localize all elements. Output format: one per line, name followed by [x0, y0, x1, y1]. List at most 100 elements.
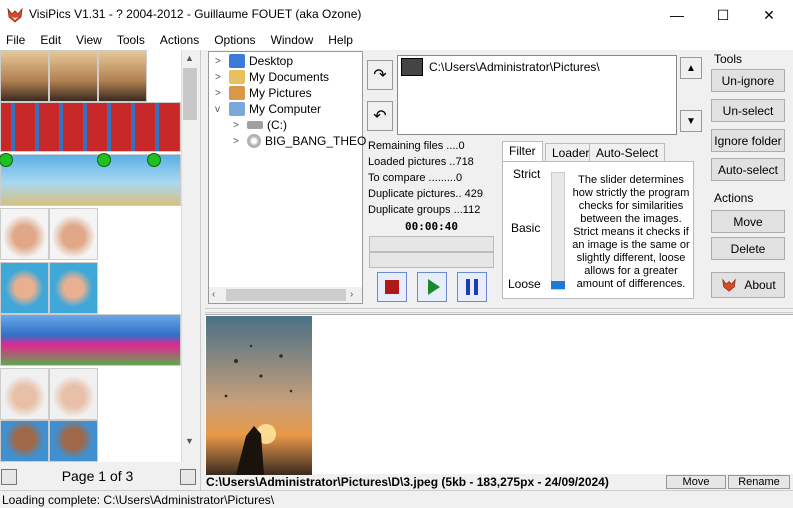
menu-help[interactable]: Help [328, 33, 361, 47]
slider-label-loose: Loose [508, 277, 541, 291]
move-button[interactable]: Move [711, 210, 785, 233]
tree-item-c-drive[interactable]: > (C:) [233, 118, 287, 132]
duplicate-groups: Duplicate groups ...112 [368, 204, 481, 216]
tab-filter[interactable]: Filter [502, 141, 543, 162]
menu-edit[interactable]: Edit [40, 33, 69, 47]
pause-button[interactable] [457, 272, 487, 302]
remove-folder-button[interactable]: ↶ [367, 101, 393, 131]
tree-item-label: BIG_BANG_THEO [265, 134, 367, 148]
move-down-button[interactable]: ▼ [680, 110, 702, 132]
delete-button[interactable]: Delete [711, 237, 785, 260]
auto-select-button[interactable]: Auto-select [711, 158, 785, 181]
next-page-icon[interactable] [180, 469, 196, 485]
tree-item-dvd-drive[interactable]: > BIG_BANG_THEO [233, 134, 366, 148]
scroll-right-icon[interactable]: › [350, 289, 353, 300]
menu-view[interactable]: View [76, 33, 110, 47]
page-indicator: Page 1 of 3 [61, 468, 134, 484]
thumbnail-row [0, 314, 181, 366]
slider-label-basic: Basic [511, 221, 541, 235]
unselect-button[interactable]: Un-select [711, 99, 785, 122]
thumbnail[interactable] [0, 102, 181, 152]
progress-bar [369, 252, 494, 268]
thumbnail[interactable] [49, 208, 98, 260]
slider-handle[interactable] [551, 281, 565, 289]
thumbnail[interactable] [0, 314, 181, 366]
unignore-button[interactable]: Un-ignore [711, 69, 785, 92]
thumbnail-row [0, 153, 181, 206]
thumbnail[interactable] [0, 368, 49, 420]
ignore-folder-button[interactable]: Ignore folder [711, 129, 785, 152]
tree-item-desktop[interactable]: > Desktop [215, 54, 293, 68]
thumbnail[interactable] [98, 50, 147, 102]
status-bar: Loading complete: C:\Users\Administrator… [0, 490, 793, 508]
thumbnail[interactable] [0, 208, 49, 260]
selected-marker-icon [0, 153, 13, 167]
thumbnail[interactable] [49, 50, 98, 102]
selected-marker-icon [97, 153, 111, 167]
about-button[interactable]: About [711, 272, 785, 298]
scrollbar-thumb[interactable] [226, 289, 346, 301]
scroll-up-icon[interactable]: ▲ [185, 53, 194, 63]
collapse-chevron-icon[interactable]: v [215, 104, 227, 115]
progress-bar [369, 236, 494, 252]
add-folder-button[interactable]: ↷ [367, 60, 393, 90]
horizontal-splitter[interactable] [205, 308, 793, 313]
folder-path: C:\Users\Administrator\Pictures\ [429, 60, 600, 74]
expand-chevron-icon[interactable]: > [215, 56, 227, 67]
expand-chevron-icon[interactable]: > [215, 72, 227, 83]
play-button[interactable] [417, 272, 447, 302]
previous-page-icon[interactable] [1, 469, 17, 485]
scroll-left-icon[interactable]: ‹ [212, 289, 215, 300]
triangle-down-icon: ▼ [686, 115, 696, 127]
minimize-button[interactable]: — [654, 0, 700, 30]
preview-image [206, 316, 312, 475]
to-compare: To compare .........0 [368, 172, 463, 184]
preview-move-button[interactable]: Move [666, 475, 726, 489]
preview-rename-button[interactable]: Rename [728, 475, 790, 489]
menu-actions[interactable]: Actions [160, 33, 207, 47]
fox-app-icon [7, 7, 23, 23]
thumbnail-row [0, 262, 98, 314]
expand-chevron-icon[interactable]: > [215, 88, 227, 99]
maximize-button[interactable]: ☐ [700, 0, 746, 30]
expand-chevron-icon[interactable]: > [233, 120, 245, 131]
tree-item-my-documents[interactable]: > My Documents [215, 70, 329, 84]
tree-item-my-computer[interactable]: v My Computer [215, 102, 321, 116]
thumbnail[interactable] [49, 262, 98, 314]
tree-item-label: My Pictures [249, 86, 312, 100]
thumbnail[interactable] [0, 420, 49, 462]
menu-window[interactable]: Window [271, 33, 322, 47]
computer-icon [229, 102, 245, 116]
close-button[interactable]: ✕ [746, 0, 792, 30]
duplicate-pictures: Duplicate pictures.. 429 [368, 188, 483, 200]
thumbnail[interactable] [0, 262, 49, 314]
thumbnail[interactable] [49, 420, 98, 462]
redo-arrow-icon: ↷ [373, 67, 387, 84]
stop-button[interactable] [377, 272, 407, 302]
thumbnail[interactable] [49, 368, 98, 420]
fox-icon [722, 278, 737, 292]
thumbnail-row [0, 50, 147, 102]
scrollbar-thumb[interactable] [183, 68, 197, 120]
move-up-button[interactable]: ▲ [680, 57, 702, 79]
actions-group-label: Actions [714, 191, 754, 205]
tree-item-label: My Computer [249, 102, 322, 116]
thumbnail[interactable] [0, 50, 49, 102]
tree-item-my-pictures[interactable]: > My Pictures [215, 86, 312, 100]
tab-auto-select[interactable]: Auto-Select [589, 143, 666, 162]
strictness-slider[interactable] [551, 172, 565, 290]
menu-options[interactable]: Options [214, 33, 263, 47]
thumbnail-row [0, 102, 181, 152]
thumbnail[interactable] [0, 153, 181, 206]
window-title: VisiPics V1.31 - ? 2004-2012 - Guillaume… [29, 7, 362, 21]
folder-list-item[interactable]: C:\Users\Administrator\Pictures\ [401, 58, 600, 76]
duplicate-thumbnails-panel[interactable] [0, 50, 198, 462]
disc-drive-icon [247, 134, 261, 148]
scroll-down-icon[interactable]: ▼ [185, 436, 194, 446]
about-label: About [744, 278, 776, 292]
expand-chevron-icon[interactable]: > [233, 136, 245, 147]
play-icon [427, 279, 440, 295]
menu-file[interactable]: File [6, 33, 33, 47]
thumbnail-row [0, 208, 98, 260]
menu-tools[interactable]: Tools [117, 33, 153, 47]
